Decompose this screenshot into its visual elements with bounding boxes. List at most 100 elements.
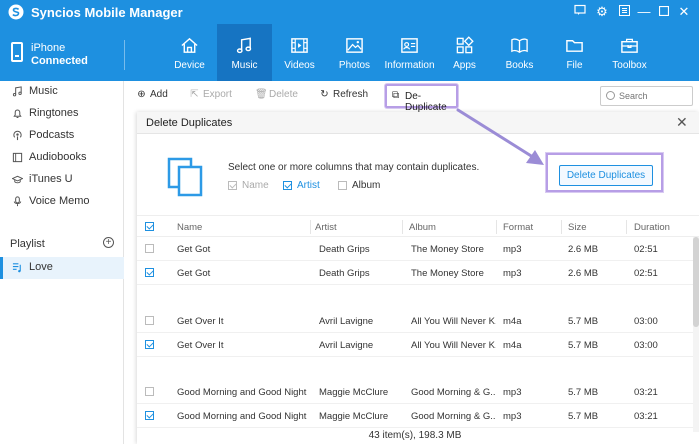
- column-header-name[interactable]: Name: [177, 222, 202, 233]
- sidebar-item-music[interactable]: Music: [0, 81, 124, 103]
- scrollbar[interactable]: [693, 237, 699, 432]
- select-all-checkbox[interactable]: [145, 222, 154, 231]
- table-row-spacer: [137, 357, 693, 381]
- search-input[interactable]: [619, 89, 689, 103]
- cell-artist: Avril Lavigne: [319, 316, 374, 327]
- settings-gear-icon[interactable]: ⚙: [594, 4, 610, 20]
- tab-label: Information: [384, 60, 435, 71]
- cell-artist: Maggie McClure: [319, 411, 389, 422]
- artist-checkbox[interactable]: [283, 180, 292, 190]
- device-separator: [124, 40, 125, 70]
- sidebar-item-ringtones[interactable]: Ringtones: [0, 103, 124, 125]
- device-info[interactable]: iPhone Connected: [0, 24, 124, 81]
- export-button[interactable]: ⇱ Export: [189, 89, 232, 100]
- sidebar-playlist-love[interactable]: Love: [0, 257, 124, 279]
- option-name[interactable]: Name: [228, 180, 269, 191]
- row-checkbox[interactable]: [145, 387, 154, 396]
- home-icon: [181, 37, 198, 53]
- cell-name: Get Got: [177, 244, 211, 255]
- add-button[interactable]: ⊕ Add: [136, 89, 168, 100]
- device-status: Connected: [31, 55, 88, 67]
- search-icon: [606, 91, 615, 100]
- tab-label: File: [566, 60, 583, 71]
- delete-button[interactable]: 🗑Delete: [255, 89, 298, 100]
- tab-device[interactable]: Device: [162, 24, 217, 81]
- column-header-size[interactable]: Size: [568, 222, 586, 233]
- column-divider: [310, 220, 311, 234]
- column-header-duration[interactable]: Duration: [634, 222, 670, 233]
- maximize-icon[interactable]: [656, 4, 672, 20]
- tab-toolbox[interactable]: Toolbox: [602, 24, 657, 81]
- column-header-artist[interactable]: Artist: [315, 222, 337, 233]
- tab-apps[interactable]: Apps: [437, 24, 492, 81]
- cell-album: The Money Store: [411, 244, 484, 255]
- sidebar-item-itunes-u[interactable]: iTunes U: [0, 169, 124, 191]
- cell-name: Good Morning and Good Night: [177, 387, 307, 398]
- row-checkbox[interactable]: [145, 268, 154, 277]
- cell-name: Get Over It: [177, 340, 224, 351]
- cell-size: 5.7 MB: [568, 387, 599, 398]
- sidebar-item-voice-memo[interactable]: Voice Memo: [0, 191, 124, 213]
- table-row[interactable]: Good Morning and Good Night Maggie McClu…: [137, 404, 693, 428]
- menu-icon[interactable]: [616, 4, 632, 20]
- table-row[interactable]: Good Morning and Good Night Maggie McClu…: [137, 380, 693, 404]
- tab-information[interactable]: Information: [382, 24, 437, 81]
- option-artist[interactable]: Artist: [283, 180, 320, 191]
- music-note-icon: [12, 86, 22, 97]
- tab-file[interactable]: File: [547, 24, 602, 81]
- refresh-button[interactable]: ↻ Refresh: [319, 89, 368, 100]
- sidebar-item-label: Music: [29, 85, 58, 97]
- toolbox-icon: [621, 38, 638, 53]
- row-checkbox[interactable]: [145, 411, 154, 420]
- delete-duplicates-button[interactable]: Delete Duplicates: [559, 165, 653, 186]
- de-duplicate-button[interactable]: ⧉ De-Duplicate: [385, 84, 458, 113]
- cell-size: 5.7 MB: [568, 411, 599, 422]
- app-title: Syncios Mobile Manager: [31, 5, 183, 20]
- sidebar-item-audiobooks[interactable]: Audiobooks: [0, 147, 124, 169]
- cell-duration: 03:00: [634, 316, 658, 327]
- sidebar-item-label: Podcasts: [29, 129, 75, 141]
- table-row[interactable]: Get Over It Avril Lavigne All You Will N…: [137, 309, 693, 333]
- export-icon: ⇱: [190, 89, 199, 100]
- refresh-icon: ↻: [320, 89, 329, 100]
- sidebar-item-label: iTunes U: [29, 173, 73, 185]
- cell-duration: 02:51: [634, 268, 658, 279]
- cell-size: 5.7 MB: [568, 340, 599, 351]
- minimize-icon[interactable]: —: [636, 4, 652, 20]
- tab-videos[interactable]: Videos: [272, 24, 327, 81]
- cell-duration: 03:21: [634, 387, 658, 398]
- duplicate-files-icon: [167, 157, 203, 197]
- close-icon[interactable]: ✕: [676, 114, 688, 131]
- delete-duplicates-highlight: Delete Duplicates: [546, 153, 663, 192]
- cell-artist: Maggie McClure: [319, 387, 389, 398]
- album-checkbox[interactable]: [338, 180, 347, 190]
- search-box[interactable]: [600, 86, 693, 106]
- sidebar-item-podcasts[interactable]: Podcasts: [0, 125, 124, 147]
- row-checkbox[interactable]: [145, 340, 154, 349]
- feedback-icon[interactable]: [572, 4, 588, 20]
- tab-label: Videos: [284, 60, 315, 71]
- tab-music[interactable]: Music: [217, 24, 272, 81]
- delete-duplicates-dialog: Delete Duplicates ✕ Select one or more c…: [137, 112, 699, 444]
- dialog-title: Delete Duplicates: [146, 117, 233, 129]
- close-window-icon[interactable]: ✕: [676, 4, 692, 20]
- table-row[interactable]: Get Got Death Grips The Money Store mp3 …: [137, 261, 693, 285]
- music-note-icon: [236, 37, 252, 54]
- column-header-album[interactable]: Album: [409, 222, 436, 233]
- table-row-spacer: [137, 285, 693, 309]
- tab-books[interactable]: Books: [492, 24, 547, 81]
- table-row[interactable]: Get Got Death Grips The Money Store mp3 …: [137, 237, 693, 261]
- column-header-format[interactable]: Format: [503, 222, 533, 233]
- name-checkbox[interactable]: [228, 180, 237, 190]
- duplicate-icon: ⧉: [392, 90, 400, 101]
- tab-photos[interactable]: Photos: [327, 24, 382, 81]
- row-checkbox[interactable]: [145, 244, 154, 253]
- add-playlist-button[interactable]: +: [103, 237, 114, 248]
- option-album[interactable]: Album: [338, 180, 380, 191]
- cell-artist: Death Grips: [319, 268, 370, 279]
- table-row[interactable]: Get Over It Avril Lavigne All You Will N…: [137, 333, 693, 357]
- row-checkbox[interactable]: [145, 316, 154, 325]
- scrollbar-thumb[interactable]: [693, 237, 699, 327]
- playlist-icon: [12, 263, 21, 273]
- cell-duration: 03:21: [634, 411, 658, 422]
